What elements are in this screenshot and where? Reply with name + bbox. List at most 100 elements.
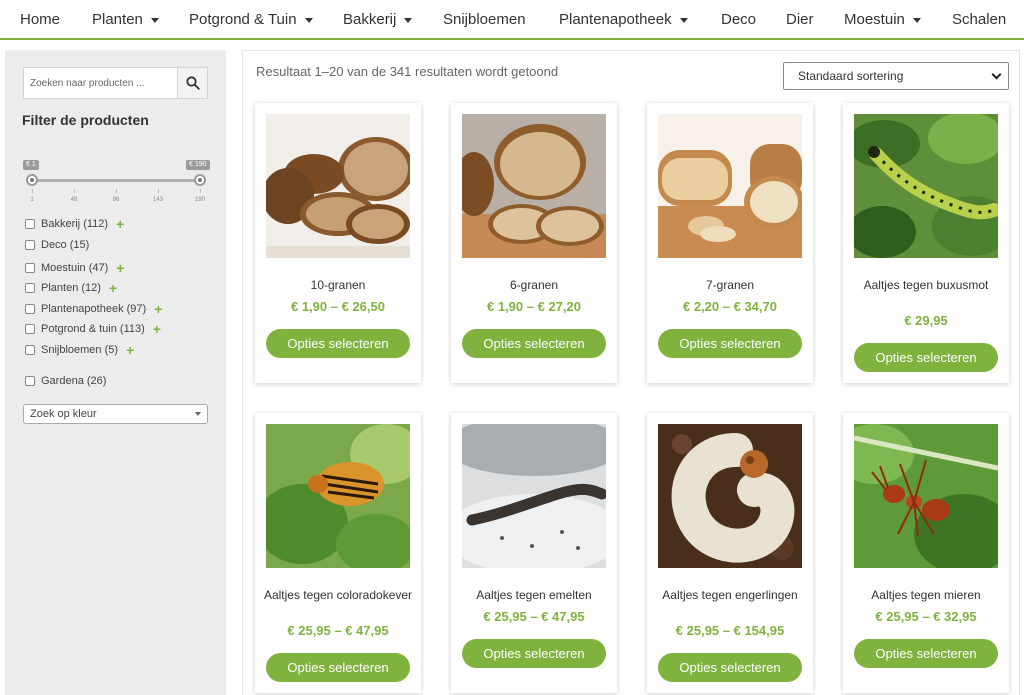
- price-tick: 96: [112, 197, 120, 203]
- product-card[interactable]: 10-granen € 1,90 – € 26,50 Opties select…: [255, 103, 421, 383]
- select-options-button[interactable]: Opties selecteren: [658, 653, 802, 682]
- nav-item-moestuin[interactable]: Moestuin: [844, 11, 921, 28]
- category-filter-bakkerij[interactable]: Bakkerij (112) +: [25, 217, 124, 231]
- search-button[interactable]: [177, 67, 208, 99]
- product-name[interactable]: 7-granen: [647, 278, 813, 292]
- product-price: € 25,95 – € 47,95: [483, 609, 585, 624]
- nav-label: Dier: [786, 11, 814, 28]
- category-filter-potgrond-tuin[interactable]: Potgrond & tuin (113) +: [25, 322, 161, 336]
- product-name[interactable]: Aaltjes tegen coloradokever: [255, 588, 421, 602]
- select-options-button[interactable]: Opties selecteren: [462, 639, 606, 668]
- product-image-bread-loaf[interactable]: [462, 114, 606, 258]
- sort-select-value: Standaard sortering: [798, 69, 904, 83]
- chevron-down-icon: [404, 17, 413, 23]
- price-tick: 1: [30, 197, 34, 203]
- product-name[interactable]: 10-granen: [255, 278, 421, 292]
- select-options-button[interactable]: Opties selecteren: [854, 639, 998, 668]
- expand-plus-icon[interactable]: +: [116, 261, 124, 275]
- category-label: Potgrond & tuin: [41, 323, 117, 335]
- category-label: Bakkerij: [41, 218, 81, 230]
- product-image-caterpillar[interactable]: [854, 114, 998, 258]
- category-filter-plantenapotheek[interactable]: Plantenapotheek (97) +: [25, 302, 162, 316]
- nav-item-schalen[interactable]: Schalen: [952, 11, 1006, 28]
- product-price: € 2,20 – € 34,70: [683, 299, 777, 314]
- category-count: (97): [126, 303, 147, 315]
- product-image-grub[interactable]: [658, 424, 802, 568]
- color-select[interactable]: Zoek op kleur: [23, 404, 208, 424]
- expand-plus-icon[interactable]: +: [153, 322, 161, 336]
- filter-title: Filter de producten: [22, 112, 149, 128]
- product-image-ant[interactable]: [854, 424, 998, 568]
- product-card[interactable]: Aaltjes tegen emelten € 25,95 – € 47,95 …: [451, 413, 617, 693]
- select-options-button[interactable]: Opties selecteren: [854, 343, 998, 372]
- product-listing: Resultaat 1–20 van de 341 resultaten wor…: [242, 50, 1020, 695]
- product-image-larva[interactable]: [462, 424, 606, 568]
- select-options-button[interactable]: Opties selecteren: [266, 329, 410, 358]
- checkbox[interactable]: [25, 283, 35, 293]
- checkbox[interactable]: [25, 324, 35, 334]
- product-image-white-bread[interactable]: [658, 114, 802, 258]
- category-filter-planten[interactable]: Planten (12) +: [25, 281, 117, 295]
- nav-item-plantenapotheek[interactable]: Plantenapotheek: [559, 11, 688, 28]
- price-slider-max-handle[interactable]: [194, 174, 206, 186]
- product-card[interactable]: Aaltjes tegen coloradokever € 25,95 – € …: [255, 413, 421, 693]
- price-tick: 143: [152, 197, 164, 203]
- sort-select[interactable]: Standaard sortering: [783, 62, 1009, 90]
- product-card[interactable]: Aaltjes tegen buxusmot € 29,95 Opties se…: [843, 103, 1009, 383]
- category-label: Gardena: [41, 375, 84, 387]
- category-count: (112): [83, 218, 109, 230]
- nav-item-potgrond-tuin[interactable]: Potgrond & Tuin: [189, 11, 313, 28]
- price-min-badge: € 1: [23, 160, 39, 170]
- category-filter-snijbloemen[interactable]: Snijbloemen (5) +: [25, 343, 134, 357]
- tick-mark: [116, 189, 117, 193]
- nav-label: Bakkerij: [343, 11, 397, 28]
- product-card[interactable]: Aaltjes tegen engerlingen € 25,95 – € 15…: [647, 413, 813, 693]
- checkbox[interactable]: [25, 240, 35, 250]
- checkbox[interactable]: [25, 304, 35, 314]
- price-max-badge: € 190: [186, 160, 210, 170]
- product-image-bread-slices[interactable]: [266, 114, 410, 258]
- product-card[interactable]: 7-granen € 2,20 – € 34,70 Opties selecte…: [647, 103, 813, 383]
- checkbox[interactable]: [25, 345, 35, 355]
- select-options-button[interactable]: Opties selecteren: [658, 329, 802, 358]
- product-name[interactable]: Aaltjes tegen buxusmot: [843, 278, 1009, 292]
- checkbox[interactable]: [25, 219, 35, 229]
- nav-label: Deco: [721, 11, 757, 28]
- select-options-button[interactable]: Opties selecteren: [266, 653, 410, 682]
- nav-item-planten[interactable]: Planten: [92, 11, 159, 28]
- category-label: Deco: [41, 239, 67, 251]
- category-filter-gardena[interactable]: Gardena (26): [25, 375, 106, 387]
- expand-plus-icon[interactable]: +: [116, 217, 124, 231]
- category-count: (12): [81, 282, 101, 294]
- nav-label: Plantenapotheek: [559, 11, 672, 28]
- nav-label: Schalen: [952, 11, 1007, 28]
- product-image-colorado-beetle[interactable]: [266, 424, 410, 568]
- category-filter-deco[interactable]: Deco (15): [25, 239, 89, 251]
- product-card[interactable]: 6-granen € 1,90 – € 27,20 Opties selecte…: [451, 103, 617, 383]
- nav-item-home[interactable]: Home: [20, 11, 60, 28]
- product-name[interactable]: Aaltjes tegen emelten: [451, 588, 617, 602]
- category-filter-moestuin[interactable]: Moestuin (47) +: [25, 261, 124, 275]
- checkbox[interactable]: [25, 376, 35, 386]
- expand-plus-icon[interactable]: +: [126, 343, 134, 357]
- product-name[interactable]: Aaltjes tegen mieren: [843, 588, 1009, 602]
- nav-item-deco[interactable]: Deco: [721, 11, 756, 28]
- price-slider-min-handle[interactable]: [26, 174, 38, 186]
- search-icon: [185, 76, 200, 90]
- product-card[interactable]: Aaltjes tegen mieren € 25,95 – € 32,95 O…: [843, 413, 1009, 693]
- nav-item-bakkerij[interactable]: Bakkerij: [343, 11, 413, 28]
- search-input[interactable]: [23, 67, 178, 99]
- product-price: € 29,95: [904, 313, 948, 328]
- checkbox[interactable]: [25, 263, 35, 273]
- category-label: Snijbloemen: [41, 344, 102, 356]
- nav-label: Home: [20, 11, 61, 28]
- nav-item-dier[interactable]: Dier: [786, 11, 814, 28]
- product-name[interactable]: 6-granen: [451, 278, 617, 292]
- category-count: (113): [119, 323, 145, 335]
- nav-item-snijbloemen[interactable]: Snijbloemen: [443, 11, 526, 28]
- expand-plus-icon[interactable]: +: [109, 281, 117, 295]
- price-slider-track[interactable]: [32, 179, 200, 182]
- product-name[interactable]: Aaltjes tegen engerlingen: [647, 588, 813, 602]
- expand-plus-icon[interactable]: +: [154, 302, 162, 316]
- select-options-button[interactable]: Opties selecteren: [462, 329, 606, 358]
